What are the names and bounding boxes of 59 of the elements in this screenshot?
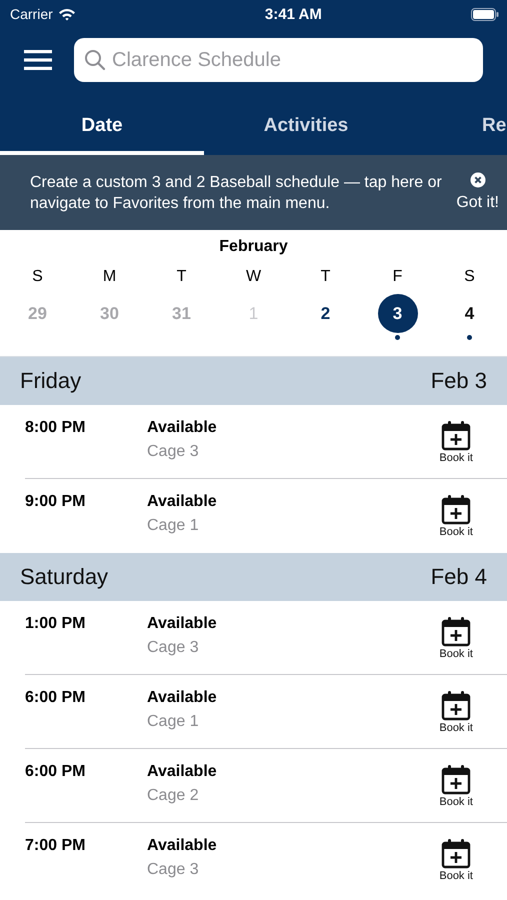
weekday-label: W bbox=[244, 268, 262, 286]
day-name: Saturday bbox=[20, 564, 108, 590]
slot-status: Available bbox=[147, 837, 218, 855]
slot-location: Cage 3 bbox=[147, 443, 200, 461]
search-icon bbox=[84, 49, 106, 71]
calendar-add-icon bbox=[440, 615, 472, 647]
day-name: Friday bbox=[20, 368, 82, 394]
tip-message: Create a custom 3 and 2 Baseball schedule — tap here or navigate to Favorites from the main menu. bbox=[30, 172, 442, 214]
calendar-add-icon bbox=[440, 689, 472, 721]
calendar-add-icon bbox=[440, 419, 472, 451]
tab[interactable]: Activities bbox=[204, 100, 408, 155]
battery-icon bbox=[471, 8, 499, 20]
book-button[interactable]: Book it bbox=[439, 837, 473, 882]
clock-time: 3:41 AM bbox=[264, 6, 322, 22]
weekday-label: F bbox=[392, 268, 404, 286]
weekday-label: T bbox=[320, 268, 332, 286]
slot-time: 9:00 PM bbox=[25, 493, 86, 511]
slot-location: Cage 1 bbox=[147, 517, 200, 535]
book-button[interactable]: Book it bbox=[439, 763, 473, 808]
calendar-add-icon bbox=[440, 763, 472, 795]
book-button[interactable]: Book it bbox=[439, 419, 473, 464]
weekday-label: T bbox=[176, 268, 188, 286]
carrier-name: Carrier bbox=[10, 6, 53, 22]
slot-location: Cage 3 bbox=[147, 639, 200, 657]
close-icon bbox=[470, 172, 486, 188]
calendar-add-icon bbox=[440, 837, 472, 869]
dismiss-button[interactable]: Got it! bbox=[456, 172, 499, 213]
slot-time: 6:00 PM bbox=[25, 689, 86, 707]
month-title: February bbox=[218, 237, 289, 256]
wifi-icon bbox=[58, 8, 76, 20]
search-field[interactable]: Clarence Schedule bbox=[74, 38, 483, 82]
tab[interactable]: Re bbox=[408, 100, 507, 155]
calendar-day[interactable]: 4 bbox=[450, 294, 490, 334]
slot-status: Available bbox=[147, 689, 218, 707]
book-button[interactable]: Book it bbox=[439, 615, 473, 660]
day-date: Feb 4 bbox=[430, 564, 487, 590]
slot-time: 1:00 PM bbox=[25, 615, 86, 633]
slot-status: Available bbox=[147, 615, 218, 633]
slot-location: Cage 3 bbox=[147, 861, 200, 879]
slot-time: 8:00 PM bbox=[25, 419, 86, 437]
slot-time: 7:00 PM bbox=[25, 837, 86, 855]
slot-time: 6:00 PM bbox=[25, 763, 86, 781]
weekday-label: M bbox=[102, 268, 118, 286]
slot-location: Cage 2 bbox=[147, 787, 200, 805]
calendar-add-icon bbox=[440, 493, 472, 525]
book-button[interactable]: Book it bbox=[439, 493, 473, 538]
weekday-label: S bbox=[463, 268, 476, 286]
tip-banner[interactable]: Create a custom 3 and 2 Baseball schedule — tap here or navigate to Favorites from the main menu. Got it! bbox=[0, 155, 507, 230]
menu-button[interactable] bbox=[24, 49, 52, 71]
slot-status: Available bbox=[147, 493, 218, 511]
calendar-day[interactable]: 3 bbox=[378, 294, 418, 334]
slot-location: Cage 1 bbox=[147, 713, 200, 731]
book-button[interactable]: Book it bbox=[439, 689, 473, 734]
calendar-day[interactable]: 2 bbox=[306, 294, 346, 334]
day-date: Feb 3 bbox=[430, 368, 487, 394]
slot-status: Available bbox=[147, 419, 218, 437]
slot-status: Available bbox=[147, 763, 218, 781]
weekday-label: S bbox=[31, 268, 44, 286]
menu-icon bbox=[24, 49, 52, 71]
